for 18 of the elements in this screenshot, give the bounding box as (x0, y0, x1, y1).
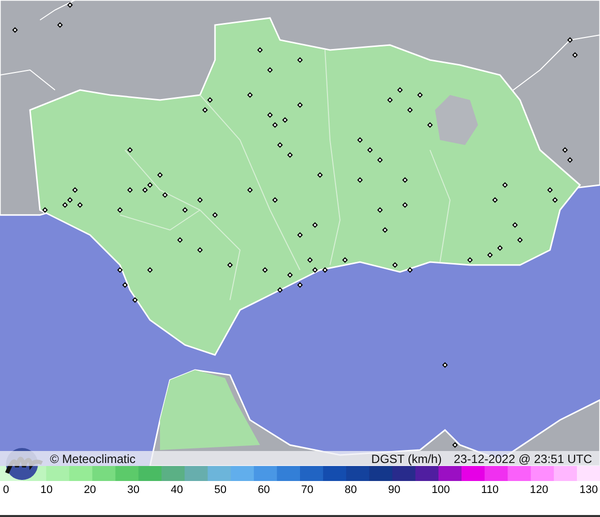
scale-label: 30 (127, 484, 140, 496)
timestamp: 23-12-2022 @ 23:51 UTC (454, 452, 592, 466)
scale-label: 80 (344, 484, 357, 496)
copyright-text: © Meteoclimatic (50, 452, 136, 466)
scale-label: 90 (388, 484, 400, 496)
variable-label: DGST (km/h) (371, 452, 442, 466)
scale-label: 50 (214, 484, 226, 496)
scale-label: 130 (579, 484, 598, 496)
scale-label: 60 (258, 484, 270, 496)
scale-label: 70 (301, 484, 314, 496)
scale-label: 0 (3, 484, 10, 496)
scale-label: 20 (84, 484, 96, 496)
scale-label: 100 (432, 484, 450, 496)
scale-label: 40 (170, 484, 183, 496)
scale-label: 10 (40, 484, 53, 496)
scale-label: 110 (481, 484, 499, 496)
highland-area (435, 95, 478, 145)
scale-label: 120 (530, 484, 548, 496)
